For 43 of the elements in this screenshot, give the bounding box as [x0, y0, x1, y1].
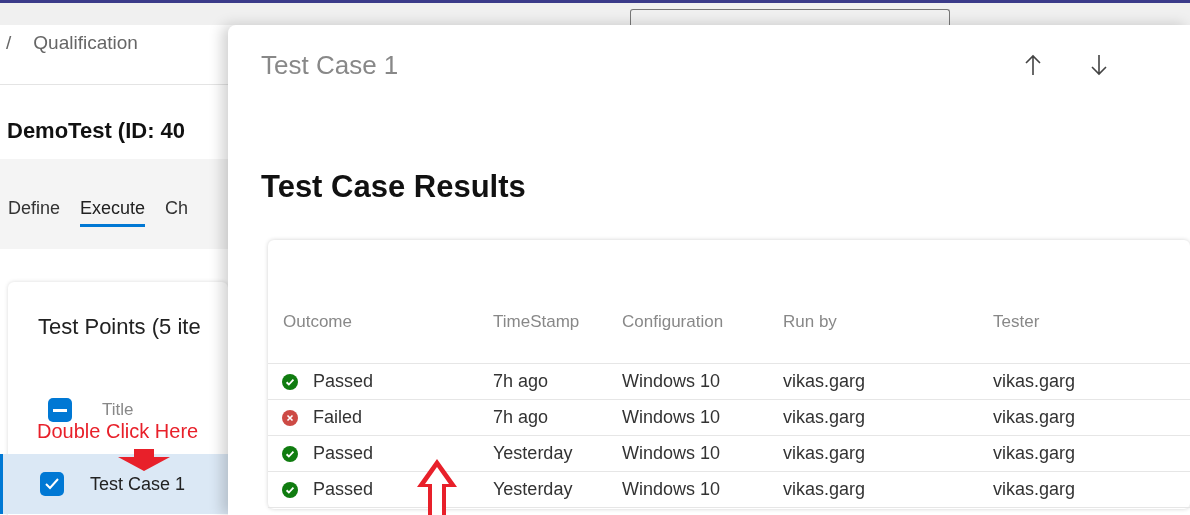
- breadcrumb-link[interactable]: Qualification: [33, 31, 138, 54]
- table-cell: vikas.garg: [978, 436, 1190, 472]
- table-cell: vikas.garg: [978, 364, 1190, 400]
- test-point-title: Test Case 1: [90, 473, 186, 495]
- section-title: Test Case Results: [260, 168, 527, 205]
- column-header: Tester: [978, 280, 1190, 364]
- test-point-row[interactable]: Test Case 1: [0, 454, 228, 514]
- column-header: Configuration: [607, 280, 768, 364]
- table-cell: vikas.garg: [768, 400, 978, 436]
- table-cell: Yesterday: [478, 472, 607, 508]
- tab[interactable]: Execute: [80, 159, 146, 227]
- column-header: Outcome: [268, 280, 478, 364]
- table-cell: Windows 10: [607, 436, 768, 472]
- table-cell: vikas.garg: [978, 472, 1190, 508]
- table-cell: Windows 10: [607, 472, 768, 508]
- column-header: Title: [102, 400, 134, 420]
- outcome-text: Passed: [313, 443, 374, 464]
- annotation-text: Double Click Here: [37, 420, 199, 443]
- outcome-text: Passed: [313, 371, 374, 392]
- next-button[interactable]: [1088, 52, 1110, 78]
- outcome-text: Passed: [313, 479, 374, 500]
- check-icon: [45, 478, 59, 490]
- table-cell: Windows 10: [607, 364, 768, 400]
- select-all-checkbox[interactable]: [48, 398, 72, 422]
- breadcrumb-separator: /: [6, 31, 12, 54]
- column-header: Run by: [768, 280, 978, 364]
- page-title: DemoTest (ID: 40: [6, 117, 187, 145]
- table-cell: vikas.garg: [978, 400, 1190, 436]
- table-cell: vikas.garg: [768, 436, 978, 472]
- minus-icon: [53, 408, 67, 412]
- tab[interactable]: Ch: [165, 159, 189, 227]
- table-cell: 7h ago: [478, 364, 607, 400]
- outcome-text: Failed: [313, 407, 363, 428]
- panel-title: Test Case 1: [261, 49, 400, 81]
- table-cell: vikas.garg: [768, 364, 978, 400]
- column-header: TimeStamp: [478, 280, 607, 364]
- card-title: Test Points (5 ite: [37, 313, 202, 341]
- row-checkbox[interactable]: [40, 472, 64, 496]
- table-cell: Yesterday: [478, 436, 607, 472]
- table-cell: Windows 10: [607, 400, 768, 436]
- table-cell: 7h ago: [478, 400, 607, 436]
- table-cell: vikas.garg: [768, 472, 978, 508]
- tab[interactable]: Define: [8, 159, 61, 227]
